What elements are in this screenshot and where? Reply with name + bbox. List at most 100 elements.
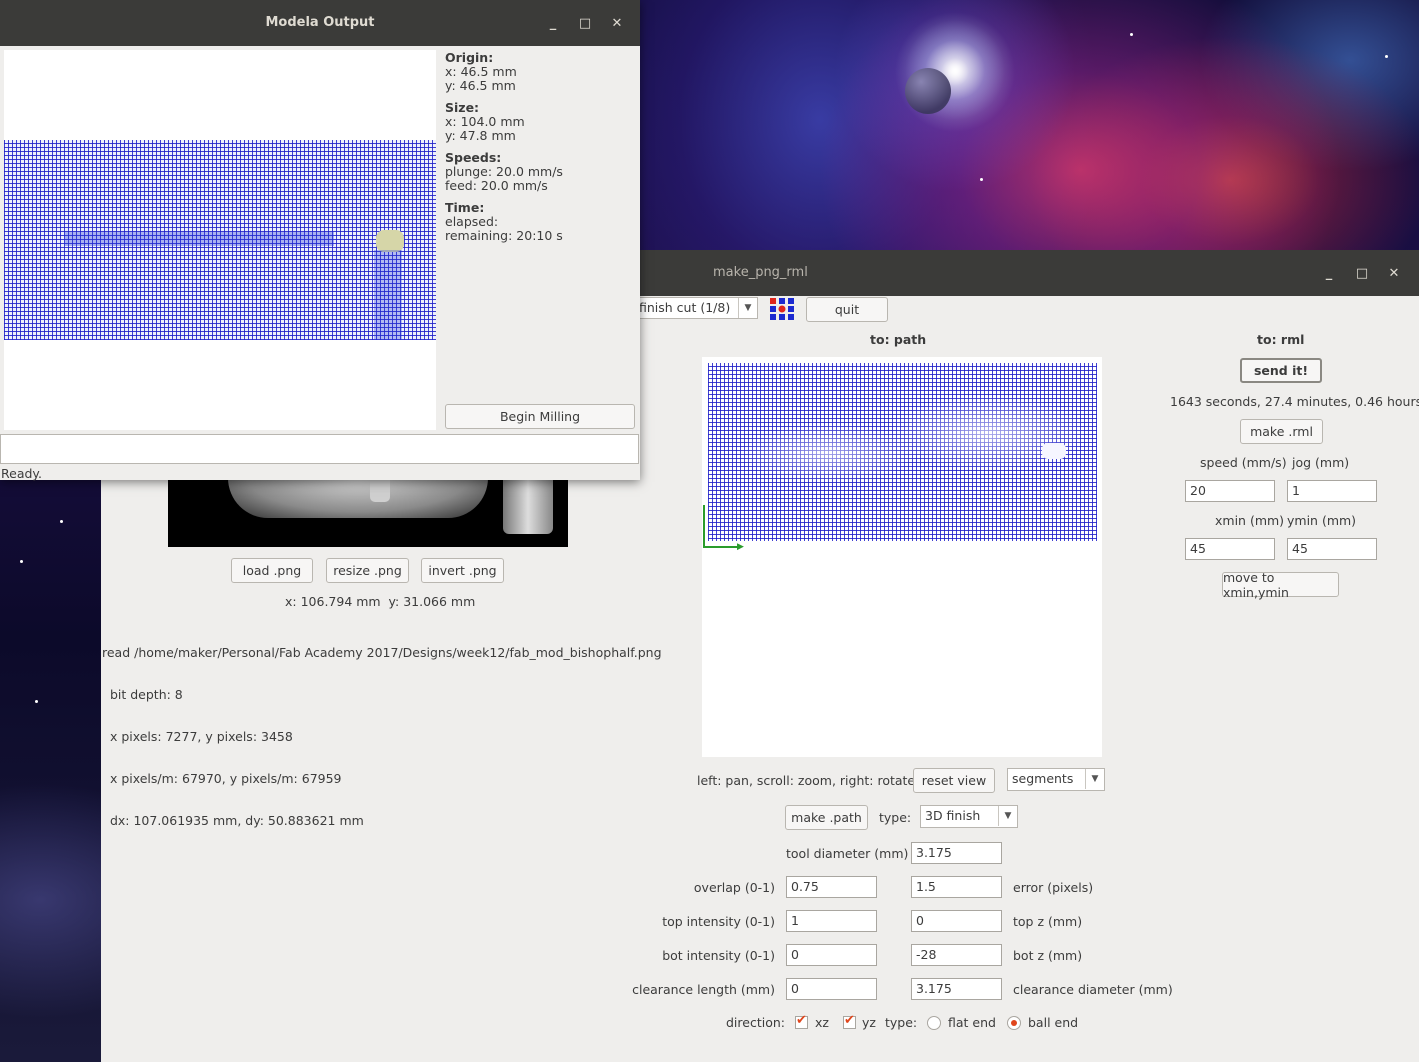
plunge-speed: plunge: 20.0 mm/s: [445, 164, 563, 179]
path-type-select[interactable]: 3D finish ▼: [920, 805, 1018, 828]
elapsed-time: elapsed:: [445, 214, 499, 229]
minimize-icon[interactable]: _: [542, 0, 564, 46]
file-info-line: dx: 107.061935 mm, dy: 50.883621 mm: [102, 813, 364, 828]
flat-end-label: flat end: [948, 1015, 996, 1030]
close-icon[interactable]: ✕: [1383, 250, 1405, 296]
toolpath-preview-canvas[interactable]: [4, 50, 436, 430]
time-estimate: 1643 seconds, 27.4 minutes, 0.46 hours: [1170, 394, 1419, 409]
flat-end-radio[interactable]: [927, 1016, 941, 1030]
file-info-line: bit depth: 8: [102, 687, 183, 702]
direction-label: direction:: [726, 1015, 785, 1030]
cursor-readout: x: 106.794 mm y: 31.066 mm: [285, 594, 476, 609]
process-select[interactable]: finish cut (1/8) ▼: [634, 297, 758, 319]
quit-button[interactable]: quit: [806, 297, 888, 322]
clearance-length-label: clearance length (mm): [632, 982, 775, 997]
clearance-length-input[interactable]: 0: [786, 978, 877, 1000]
toolpath-feature: [64, 232, 334, 246]
move-to-xmin-ymin-button[interactable]: move to xmin,ymin: [1222, 570, 1339, 600]
wallpaper-star-dot: [1385, 55, 1388, 58]
png-shape: [370, 478, 390, 502]
time-heading: Time:: [445, 200, 485, 215]
ymin-label: ymin (mm): [1287, 513, 1357, 528]
bot-intensity-label: bot intensity (0-1): [662, 948, 775, 963]
file-info-line: read /home/maker/Personal/Fab Academy 20…: [102, 645, 662, 660]
chevron-down-icon: ▼: [1085, 769, 1104, 789]
fab-modules-logo-icon: [770, 298, 794, 320]
ymin-input[interactable]: 45: [1287, 538, 1377, 560]
png-preview[interactable]: [168, 478, 568, 547]
yz-checkbox[interactable]: [843, 1013, 856, 1029]
reset-view-button[interactable]: reset view: [913, 768, 995, 793]
origin-x: x: 46.5 mm: [445, 64, 517, 79]
toolpath-feature: [374, 250, 402, 340]
tool-diameter-input[interactable]: 3.175: [911, 842, 1002, 864]
maximize-icon[interactable]: □: [1351, 250, 1373, 296]
clearance-diameter-input[interactable]: 3.175: [911, 978, 1002, 1000]
make-rml-button[interactable]: make .rml: [1240, 419, 1323, 444]
speeds-section: Speeds: plunge: 20.0 mm/s feed: 20.0 mm/…: [445, 151, 563, 193]
jog-input[interactable]: 1: [1287, 480, 1377, 502]
close-icon[interactable]: ✕: [606, 0, 628, 46]
speed-label: speed (mm/s): [1200, 455, 1287, 470]
png-shape: [503, 478, 553, 534]
chevron-down-icon: ▼: [998, 806, 1017, 826]
wallpaper-star-dot: [60, 520, 63, 523]
overlap-input[interactable]: 0.75: [786, 876, 877, 898]
x-axis-indicator: [703, 546, 739, 548]
origin-section: Origin: x: 46.5 mm y: 46.5 mm: [445, 51, 517, 93]
top-z-input[interactable]: 0: [911, 910, 1002, 932]
wallpaper-star-dot: [980, 178, 983, 181]
top-intensity-input[interactable]: 1: [786, 910, 877, 932]
ball-end-radio[interactable]: [1007, 1016, 1021, 1030]
minimize-icon[interactable]: _: [1318, 250, 1340, 296]
x-axis-arrow-icon: ▶: [737, 542, 744, 552]
invert-png-button[interactable]: invert .png: [421, 558, 504, 583]
chevron-down-icon: ▼: [738, 298, 757, 318]
ball-end-label: ball end: [1028, 1015, 1079, 1030]
bot-z-input[interactable]: -28: [911, 944, 1002, 966]
file-info-line: x pixels: 7277, y pixels: 3458: [102, 729, 293, 744]
end-type-label: type:: [885, 1015, 918, 1030]
remaining-time: remaining: 20:10 s: [445, 228, 563, 243]
toolpath-shading: [708, 363, 1097, 541]
progress-bar: [0, 434, 639, 464]
type-label: type:: [879, 810, 912, 825]
load-png-button[interactable]: load .png: [231, 558, 313, 583]
modela-output-titlebar[interactable]: Modela Output _ □ ✕: [0, 0, 640, 46]
window-title: make_png_rml: [713, 265, 808, 280]
y-axis-indicator: [703, 505, 705, 547]
xz-label: xz: [815, 1015, 829, 1030]
error-input[interactable]: 1.5: [911, 876, 1002, 898]
jog-label: jog (mm): [1292, 455, 1350, 470]
size-heading: Size:: [445, 100, 480, 115]
tool-diameter-label: tool diameter (mm): [786, 846, 909, 861]
path-preview-canvas[interactable]: ▶: [702, 357, 1102, 757]
begin-milling-button[interactable]: Begin Milling: [445, 404, 635, 429]
speed-input[interactable]: 20: [1185, 480, 1275, 502]
wallpaper-planet: [905, 68, 951, 114]
toolpath-feature: [376, 230, 404, 252]
time-section: Time: elapsed: remaining: 20:10 s: [445, 201, 563, 243]
send-it-button[interactable]: send it!: [1240, 358, 1322, 383]
top-z-label: top z (mm): [1013, 914, 1083, 929]
xz-checkbox[interactable]: [795, 1013, 808, 1029]
origin-y: y: 46.5 mm: [445, 78, 516, 93]
overlap-label: overlap (0-1): [693, 880, 775, 895]
clearance-diameter-label: clearance diameter (mm): [1013, 982, 1173, 997]
xmin-input[interactable]: 45: [1185, 538, 1275, 560]
resize-png-button[interactable]: resize .png: [326, 558, 409, 583]
error-label: error (pixels): [1013, 880, 1094, 895]
origin-heading: Origin:: [445, 50, 494, 65]
xmin-label: xmin (mm): [1215, 513, 1285, 528]
make-path-button[interactable]: make .path: [785, 805, 868, 830]
toolpath-feature: [1042, 443, 1066, 459]
view-mode-select[interactable]: segments ▼: [1007, 768, 1105, 791]
view-hint: left: pan, scroll: zoom, right: rotate: [697, 773, 916, 788]
top-intensity-label: top intensity (0-1): [662, 914, 775, 929]
bot-intensity-input[interactable]: 0: [786, 944, 877, 966]
wallpaper-star-dot: [1130, 33, 1133, 36]
wallpaper-star-dot: [35, 700, 38, 703]
status-text: Ready.: [1, 466, 42, 481]
maximize-icon[interactable]: □: [574, 0, 596, 46]
size-x: x: 104.0 mm: [445, 114, 525, 129]
